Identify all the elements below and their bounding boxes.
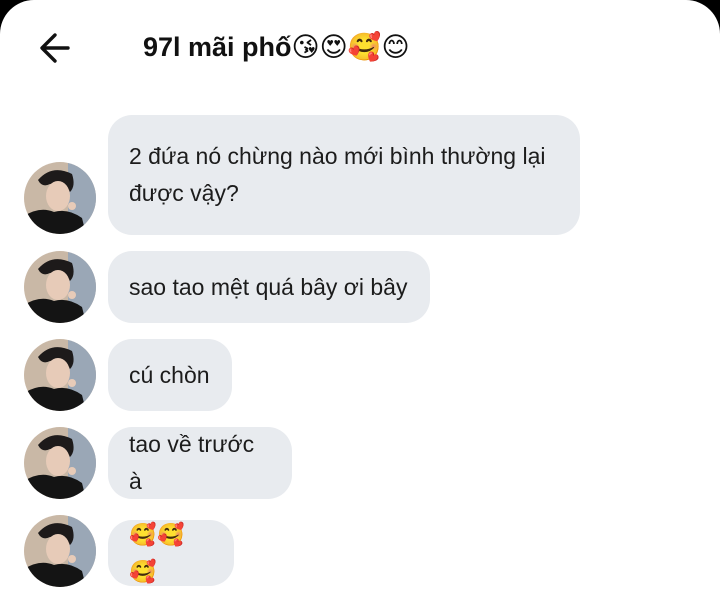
message-bubble[interactable]: 2 đứa nó chừng nào mới bình thường lại đ… (108, 115, 580, 235)
avatar[interactable] (24, 162, 96, 234)
avatar[interactable] (24, 251, 96, 323)
chat-screen: 97l mãi phố😘😍🥰😊 2 đứa nó chừng nào mới b… (0, 0, 720, 602)
message-bubble[interactable]: 🥰🥰🥰 (108, 520, 234, 586)
message-bubble[interactable]: tao về trước à (108, 427, 292, 499)
message-text: 2 đứa nó chừng nào mới bình thường lại đ… (129, 143, 546, 206)
message-text: tao về trước à (129, 431, 255, 494)
avatar[interactable] (24, 339, 96, 411)
message-text: sao tao mệt quá bây ơi bây (129, 273, 408, 300)
message-bubble[interactable]: sao tao mệt quá bây ơi bây (108, 251, 430, 323)
avatar[interactable] (24, 515, 96, 587)
message-text: 🥰🥰🥰 (129, 522, 186, 584)
avatar[interactable] (24, 427, 96, 499)
message-list: 2 đứa nó chừng nào mới bình thường lại đ… (0, 0, 720, 602)
message-bubble[interactable]: cú chòn (108, 339, 232, 411)
message-text: cú chòn (129, 361, 210, 388)
